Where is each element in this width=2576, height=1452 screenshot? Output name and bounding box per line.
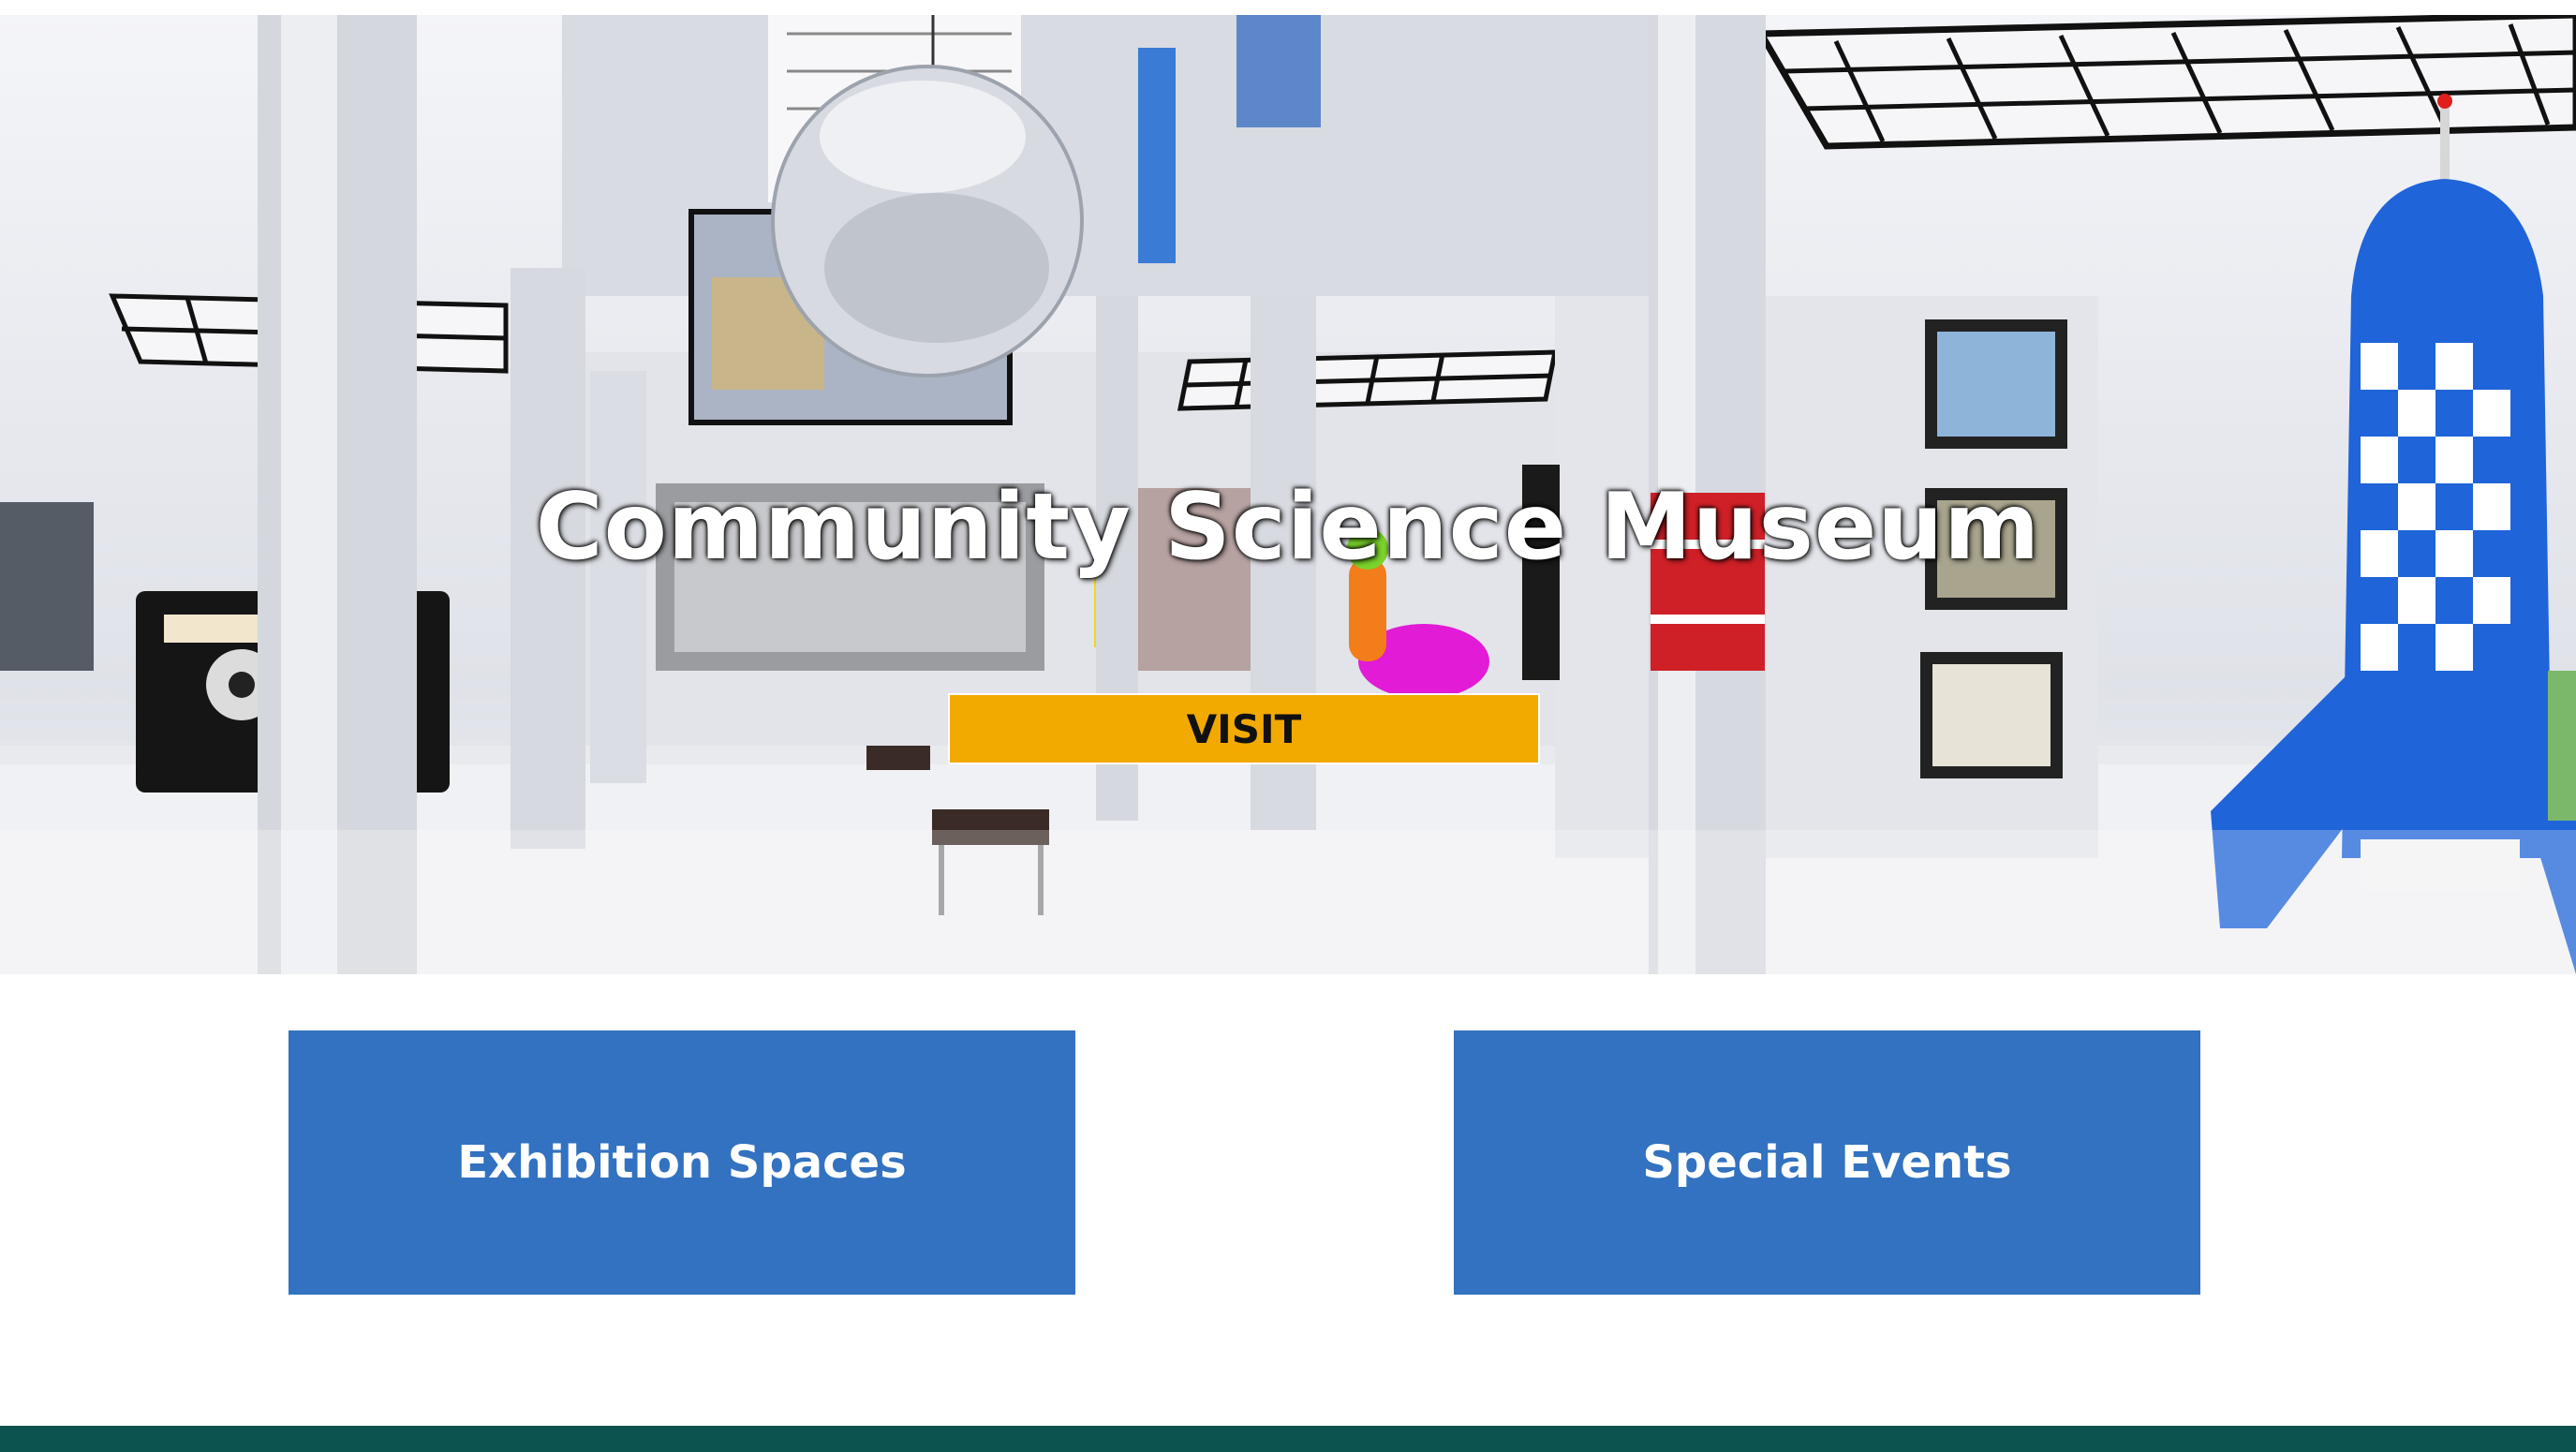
page-title: Community Science Museum — [535, 474, 2041, 581]
hero-banner: Community Science Museum VISIT — [0, 15, 2576, 974]
footer-bar — [0, 1426, 2576, 1452]
special-events-card[interactable]: Special Events — [1454, 1030, 2200, 1295]
exhibition-spaces-card[interactable]: Exhibition Spaces — [289, 1030, 1075, 1295]
visit-button[interactable]: VISIT — [948, 693, 1540, 764]
